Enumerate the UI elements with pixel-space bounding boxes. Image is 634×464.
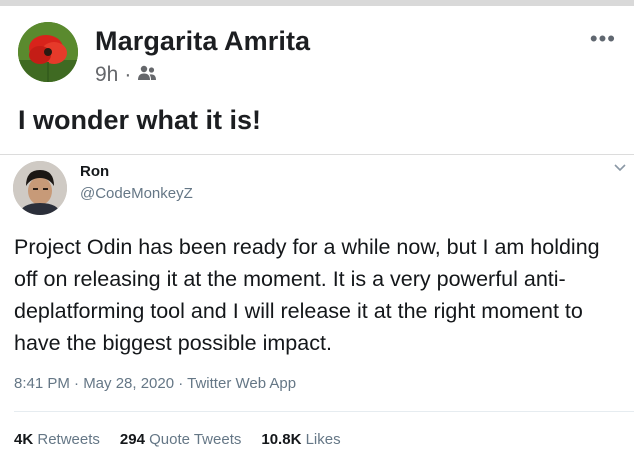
poster-avatar[interactable] [18,22,78,82]
tweet-meta[interactable]: 8:41 PM · May 28, 2020 · Twitter Web App [14,375,296,392]
quote-tweets-stat[interactable]: 294 Quote Tweets [120,431,241,448]
more-options-icon[interactable]: ••• [590,26,616,52]
likes-label: Likes [305,431,341,448]
retweets-stat[interactable]: 4K Retweets [14,431,100,448]
poster-name[interactable]: Margarita Amrita [95,26,310,57]
embedded-tweet[interactable]: Ron @CodeMonkeyZ Project Odin has been r… [0,154,634,464]
post-meta: 9h · [95,63,157,87]
quote-tweets-count: 294 [119,431,145,448]
meta-separator: · [124,63,132,86]
poppy-flower-image [18,22,78,82]
tweet-stats: 4K Retweets 294 Quote Tweets 10.8K Likes [14,431,341,448]
tweet-author-handle[interactable]: @CodeMonkeyZ [80,185,193,202]
tweet-author-name[interactable]: Ron [80,163,109,180]
quote-tweets-label: Quote Tweets [149,431,242,448]
likes-stat[interactable]: 10.8K Likes [261,431,340,448]
profile-photo-image [13,161,67,215]
post-time[interactable]: 9h [95,63,118,87]
friends-icon[interactable] [137,63,157,87]
divider [14,411,634,412]
likes-count: 10.8K [261,431,302,448]
top-strip [0,0,634,6]
tweet-avatar[interactable] [13,161,67,215]
retweets-label: Retweets [37,431,100,448]
retweets-count: 4K [14,431,34,448]
tweet-body: Project Odin has been ready for a while … [14,235,600,355]
post-text: I wonder what it is! [18,105,262,135]
chevron-down-icon[interactable] [614,159,626,175]
